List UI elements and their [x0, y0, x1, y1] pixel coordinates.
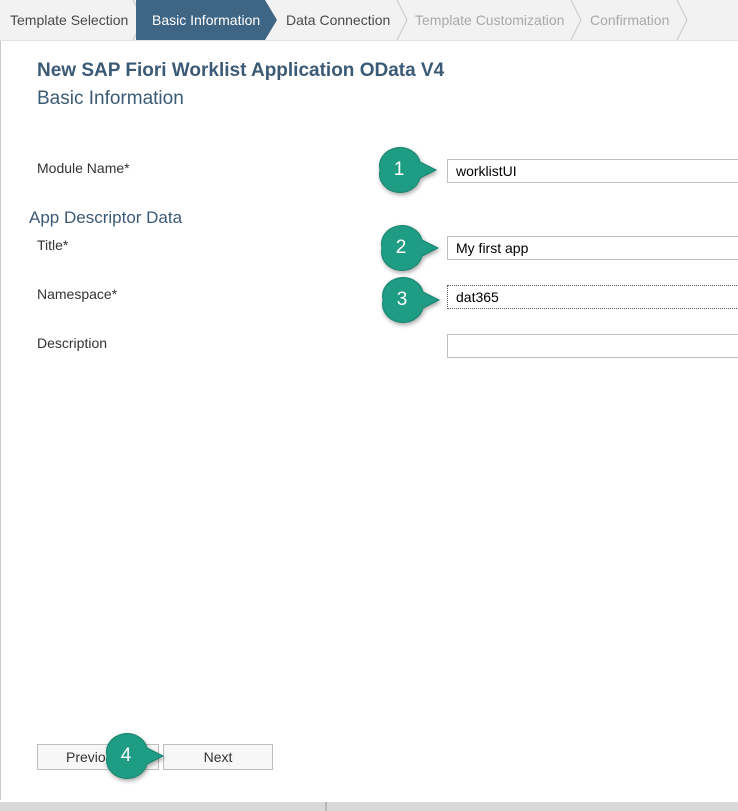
callout-number: 2 — [395, 237, 407, 258]
callout-badge-2: 2 — [378, 225, 440, 271]
callout-badge-4: 4 — [103, 733, 165, 779]
chevron-right-icon — [570, 0, 582, 40]
namespace-label: Namespace* — [37, 286, 118, 302]
callout-number: 4 — [120, 745, 132, 766]
step-label: Basic Information — [152, 12, 261, 28]
callout-number: 3 — [396, 289, 408, 310]
step-data-connection[interactable]: Data Connection — [286, 0, 390, 40]
step-label: Data Connection — [286, 12, 391, 28]
step-label: Confirmation — [590, 12, 670, 28]
step-confirmation[interactable]: Confirmation — [590, 0, 669, 40]
namespace-input[interactable] — [447, 285, 738, 309]
wizard-page: Template Selection Basic Information Dat… — [0, 0, 738, 811]
splitter-handle[interactable] — [325, 802, 327, 811]
step-template-customization[interactable]: Template Customization — [415, 0, 564, 40]
module-name-input[interactable] — [447, 159, 738, 183]
bottom-scrollbar[interactable] — [0, 802, 738, 811]
title-label: Title* — [37, 237, 69, 253]
step-label: Template Selection — [10, 12, 129, 28]
next-button[interactable]: Next — [163, 744, 273, 770]
description-input[interactable] — [447, 334, 738, 358]
step-label: Template Customization — [415, 12, 565, 28]
callout-number: 1 — [393, 159, 405, 180]
module-name-label: Module Name* — [37, 160, 130, 176]
callout-badge-3: 3 — [379, 277, 441, 323]
chevron-right-icon — [396, 0, 408, 40]
step-template-selection[interactable]: Template Selection — [10, 0, 128, 40]
chevron-right-icon — [676, 0, 688, 40]
step-basic-information[interactable]: Basic Information — [136, 0, 277, 40]
callout-badge-1: 1 — [376, 147, 438, 193]
description-label: Description — [37, 335, 108, 351]
page-title: New SAP Fiori Worklist Application OData… — [37, 60, 445, 81]
wizard-step-bar: Template Selection Basic Information Dat… — [0, 0, 738, 41]
title-input[interactable] — [447, 236, 738, 260]
panel-edge — [0, 40, 1, 800]
section-title-app-descriptor: App Descriptor Data — [29, 208, 183, 227]
page-subtitle: Basic Information — [37, 88, 184, 109]
